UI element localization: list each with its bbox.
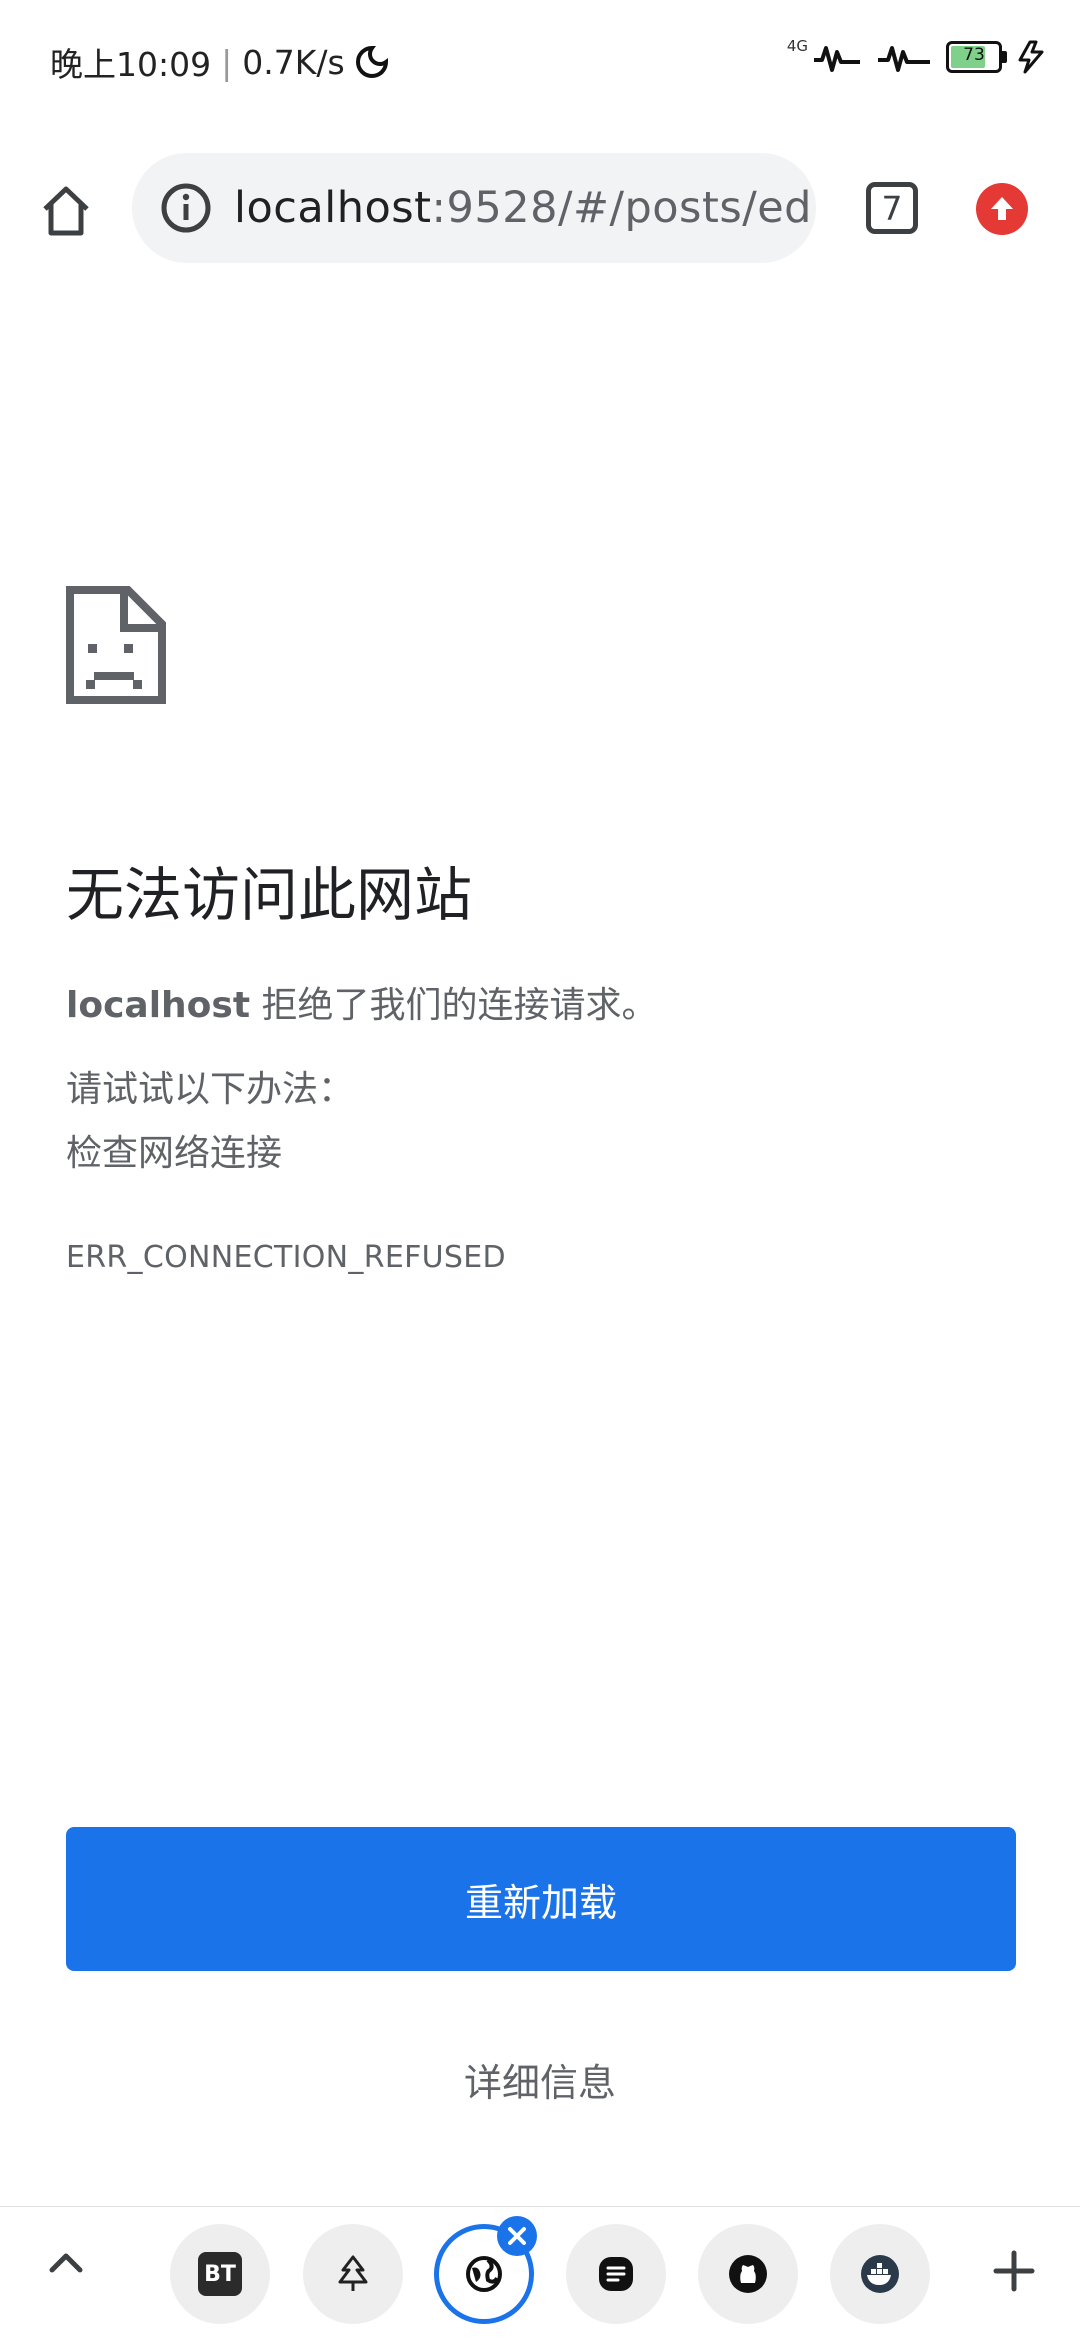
url-path: :9528/#/posts/edit <box>431 183 816 233</box>
status-bar: 晚上10:09 | 0.7K/s 4G 73 <box>0 0 1080 124</box>
bottom-tab-bar: BT <box>0 2206 1080 2341</box>
home-icon <box>43 186 89 236</box>
signal-icon <box>814 46 860 72</box>
status-separator: | <box>221 42 233 82</box>
battery-cap <box>1002 51 1007 63</box>
upgrade-button[interactable] <box>976 183 1028 235</box>
bt-app-icon: BT <box>198 2252 242 2296</box>
error-heading: 无法访问此网站 <box>66 861 473 929</box>
tab-chip-github[interactable] <box>698 2224 798 2324</box>
tab-chip-tree[interactable] <box>303 2224 403 2324</box>
chevron-up-icon[interactable] <box>40 2237 92 2289</box>
suggestion-item: 检查网络连接 <box>66 1133 283 1174</box>
home-button[interactable] <box>30 174 102 246</box>
github-icon <box>729 2255 767 2293</box>
battery-percent: 73 <box>963 45 985 65</box>
status-left: 晚上10:09 | 0.7K/s <box>50 38 389 86</box>
charging-icon <box>1018 40 1044 74</box>
bt-label: BT <box>204 2261 236 2287</box>
address-bar[interactable]: localhost:9528/#/posts/edit <box>132 153 816 263</box>
new-tab-plus-icon[interactable] <box>990 2247 1038 2295</box>
docker-icon <box>861 2255 899 2293</box>
tab-switcher-button[interactable]: 7 <box>866 182 918 234</box>
globe-icon <box>466 2256 502 2292</box>
details-button[interactable]: 详细信息 <box>0 2052 1080 2107</box>
browser-toolbar: localhost:9528/#/posts/edit 7 <box>0 150 1080 268</box>
reload-button[interactable]: 重新加载 <box>66 1827 1016 1971</box>
error-message: 拒绝了我们的连接请求。 <box>250 985 658 1026</box>
network-type-label: 4G <box>786 37 808 55</box>
signal-icon-2 <box>878 46 930 72</box>
url-host: localhost <box>234 183 432 233</box>
tree-icon <box>338 2255 368 2291</box>
tab-chip-docker[interactable] <box>830 2224 930 2324</box>
notes-icon <box>599 2257 633 2291</box>
tab-chip-notes[interactable] <box>566 2224 666 2324</box>
error-description: localhost 拒绝了我们的连接请求。 <box>66 976 658 1028</box>
info-icon[interactable] <box>160 182 212 234</box>
url-text[interactable]: localhost:9528/#/posts/edit <box>234 183 816 233</box>
error-code: ERR_CONNECTION_REFUSED <box>66 1240 506 1275</box>
moon-icon <box>355 45 388 78</box>
status-right: 4G 73 <box>786 37 1046 74</box>
close-icon <box>508 2227 526 2245</box>
suggestions-label: 请试试以下办法： <box>66 1069 355 1110</box>
status-time: 晚上10:09 <box>50 45 212 84</box>
tab-chip-bt[interactable]: BT <box>170 2224 270 2324</box>
arrow-up-icon <box>991 197 1013 220</box>
sad-page-icon <box>66 586 166 704</box>
close-tab-button[interactable] <box>497 2216 537 2256</box>
error-host: localhost <box>66 985 251 1026</box>
battery-icon: 73 <box>946 41 1007 73</box>
status-net-speed: 0.7K/s <box>242 42 345 82</box>
tab-count: 7 <box>881 188 903 228</box>
